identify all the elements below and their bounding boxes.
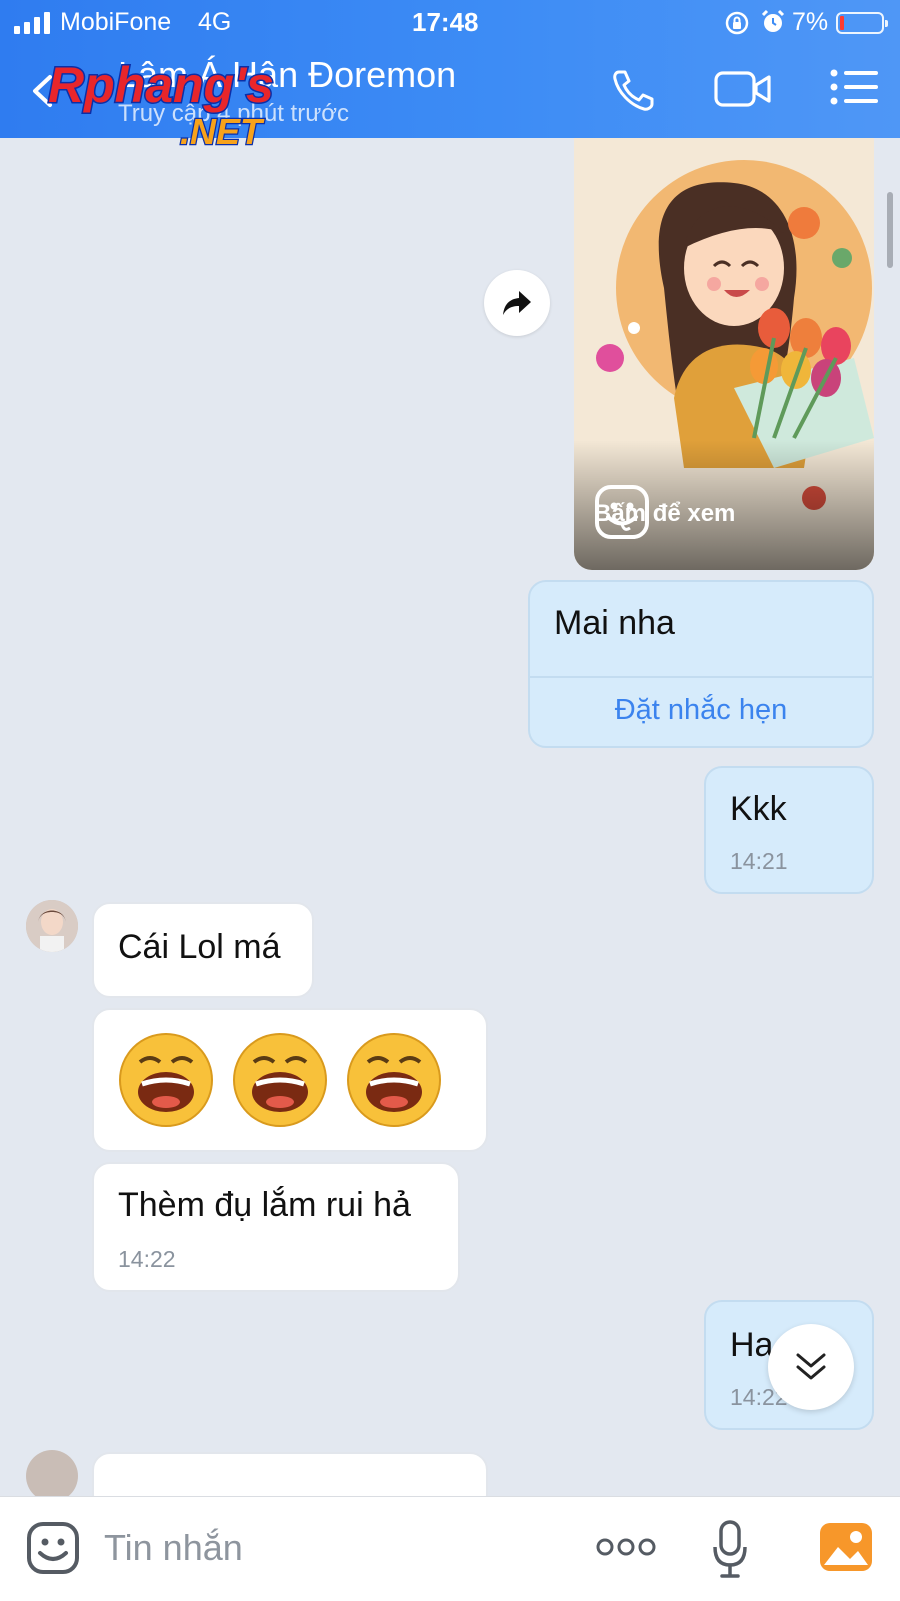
chat-header: MobiFone 4G 17:48 7% Lâm Á Hân Đoremon T… <box>0 0 900 153</box>
outgoing-message[interactable]: Mai nha Đặt nhắc hẹn <box>528 580 874 748</box>
share-arrow-icon <box>503 291 531 315</box>
divider <box>530 676 872 678</box>
status-bar: MobiFone 4G 17:48 7% <box>0 0 900 44</box>
message-text: Ha <box>730 1326 774 1364</box>
message-input[interactable]: Tin nhắn <box>104 1527 243 1569</box>
contact-avatar[interactable] <box>26 1450 78 1496</box>
tap-to-view[interactable]: Bấm để xem <box>594 484 735 544</box>
message-time: 14:22 <box>118 1246 176 1272</box>
message-text: Mai nha <box>554 604 675 642</box>
message-time: 14:21 <box>730 848 788 874</box>
signal-strength-icon <box>14 12 50 34</box>
video-camera-icon[interactable] <box>714 68 772 110</box>
outgoing-message[interactable]: Kkk 14:21 <box>704 766 874 894</box>
phone-icon[interactable] <box>610 68 656 114</box>
incoming-message[interactable]: Thèm đụ lắm rui hả 14:22 <box>92 1162 460 1292</box>
battery-percent: 7% <box>792 8 829 36</box>
incoming-message-partial[interactable] <box>92 1452 488 1496</box>
scroll-to-bottom-button[interactable] <box>768 1324 854 1410</box>
message-text: Cái Lol má <box>118 928 281 966</box>
scrollbar[interactable] <box>887 192 893 268</box>
image-message[interactable]: Bấm để xem <box>574 138 874 570</box>
carrier-name: MobiFone <box>60 8 172 36</box>
double-chevron-down-icon <box>796 1353 826 1380</box>
status-time: 17:48 <box>412 7 479 37</box>
incoming-message[interactable]: Cái Lol má <box>92 902 314 998</box>
message-input-bar: Tin nhắn <box>0 1496 900 1601</box>
menu-list-icon[interactable] <box>830 68 878 106</box>
message-list[interactable]: Bấm để xem Mai nha Đặt nhắc hẹn Kkk 14:2… <box>0 138 900 1496</box>
orientation-lock-icon <box>725 11 749 35</box>
sticker-face-icon <box>595 485 649 539</box>
more-options-icon[interactable] <box>596 1535 656 1559</box>
avatar-photo <box>26 900 78 952</box>
svg-text:Rphang's: Rphang's <box>48 57 274 113</box>
microphone-icon[interactable] <box>712 1519 748 1579</box>
laughing-emoji <box>347 1033 441 1127</box>
message-text: Kkk <box>730 790 787 828</box>
laughing-emoji <box>119 1033 213 1127</box>
network-type: 4G <box>198 8 232 36</box>
sticker-icon[interactable] <box>26 1521 80 1575</box>
laughing-emoji <box>233 1033 327 1127</box>
battery-icon <box>836 12 888 34</box>
incoming-emoji-message[interactable] <box>92 1008 488 1152</box>
message-text: Thèm đụ lắm rui hả <box>118 1186 411 1224</box>
forward-button[interactable] <box>484 270 550 336</box>
contact-avatar[interactable] <box>26 900 78 952</box>
set-reminder-button[interactable]: Đặt nhắc hẹn <box>530 694 872 727</box>
alarm-icon <box>761 9 785 32</box>
photo-gallery-icon[interactable] <box>818 1521 874 1573</box>
